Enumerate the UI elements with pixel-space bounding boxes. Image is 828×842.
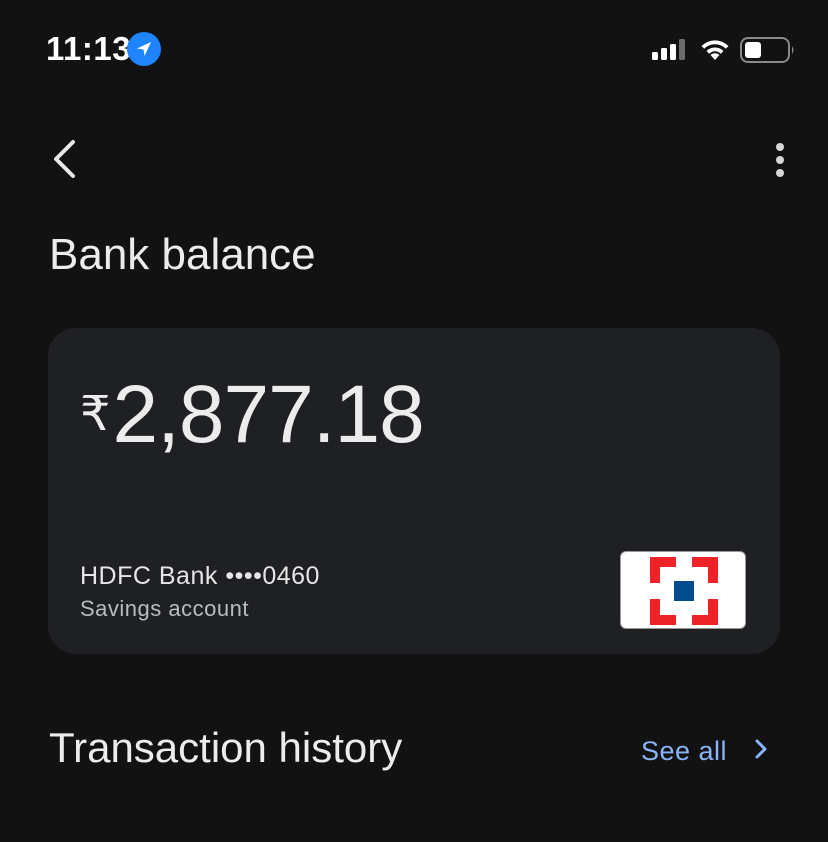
account-type: Savings account — [80, 596, 249, 621]
see-all-button[interactable]: See all — [641, 734, 769, 768]
see-all-label: See all — [641, 735, 728, 766]
status-time: 11:13 — [46, 30, 132, 67]
location-arrow-icon — [127, 32, 161, 66]
transaction-history-title: Transaction history — [49, 724, 403, 771]
masked-account-number: ••••0460 — [225, 562, 320, 590]
status-bar: 11:13 — [0, 0, 828, 100]
bank-logo — [620, 551, 746, 629]
chevron-left-icon — [54, 140, 75, 178]
battery-icon — [740, 37, 796, 68]
back-button[interactable] — [40, 134, 90, 184]
wifi-icon — [698, 36, 732, 67]
bank-name: HDFC Bank — [80, 562, 218, 590]
balance-value: 2,877.18 — [112, 369, 425, 460]
balance-card: ₹2,877.18 HDFC Bank ••••0460 Savings acc… — [48, 328, 780, 654]
hdfc-logo-icon — [650, 557, 718, 625]
chevron-right-icon — [753, 737, 769, 766]
cellular-signal-icon — [652, 38, 688, 67]
more-vert-icon — [776, 143, 784, 177]
balance-amount: ₹2,877.18 — [80, 368, 425, 462]
account-line: HDFC Bank ••••0460 — [80, 562, 320, 591]
more-options-button[interactable] — [758, 138, 802, 182]
page-title: Bank balance — [49, 230, 316, 279]
currency-symbol: ₹ — [80, 388, 111, 441]
